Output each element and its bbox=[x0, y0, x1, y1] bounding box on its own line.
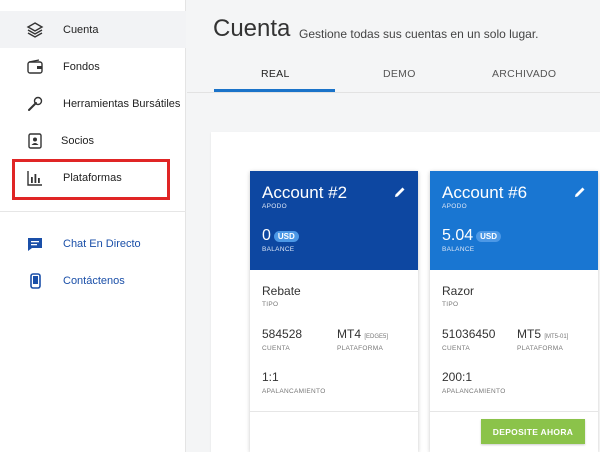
nickname-label: APODO bbox=[262, 203, 287, 210]
divider bbox=[0, 211, 186, 212]
tab-real[interactable]: REAL bbox=[261, 68, 290, 80]
platform-value: MT4 [EDGE5] bbox=[337, 327, 389, 341]
platform-label: PLATAFORMA bbox=[517, 345, 564, 352]
contacts-book-icon bbox=[24, 130, 46, 152]
balance-label: BALANCE bbox=[442, 246, 475, 253]
sidebar-item-label: Herramientas Bursátiles bbox=[63, 97, 181, 110]
contactenos-link[interactable]: Contáctenos bbox=[0, 262, 186, 299]
account-type: Rebate bbox=[262, 284, 301, 298]
chat-en-directo-link[interactable]: Chat En Directo bbox=[0, 225, 186, 262]
leverage-label: APALANCAMIENTO bbox=[262, 388, 326, 395]
account-number: 584528 bbox=[262, 327, 303, 341]
platform-value: MT5 [MT5-01] bbox=[517, 327, 569, 341]
balance-row: 0 USD bbox=[262, 227, 299, 245]
divider bbox=[430, 411, 598, 412]
account-type: Razor bbox=[442, 284, 475, 298]
account-card-header: Account #2 APODO 0 USD BALANCE bbox=[250, 171, 418, 270]
type-label: TIPO bbox=[442, 301, 459, 308]
chat-icon bbox=[24, 233, 46, 255]
deposit-button[interactable]: DEPOSITE AHORA bbox=[481, 419, 585, 444]
wallet-icon bbox=[24, 56, 46, 78]
sidebar-item-fondos[interactable]: Fondos bbox=[0, 48, 186, 85]
wrench-icon bbox=[24, 93, 46, 115]
leverage-value: 200:1 bbox=[442, 370, 473, 384]
currency-badge: USD bbox=[476, 230, 502, 242]
sidebar-item-label: Socios bbox=[61, 134, 95, 147]
tab-demo[interactable]: DEMO bbox=[383, 68, 416, 80]
balance-label: BALANCE bbox=[262, 246, 295, 253]
sidebar-item-label: Contáctenos bbox=[63, 274, 125, 287]
sidebar-item-label: Chat En Directo bbox=[63, 237, 141, 250]
platform-label: PLATAFORMA bbox=[337, 345, 384, 352]
balance-value: 5.04 bbox=[442, 227, 474, 244]
account-card[interactable]: Account #6 APODO 5.04 USD BALANCE Razor … bbox=[430, 171, 598, 452]
sidebar: Cuenta Fondos Herramientas Bursátiles So… bbox=[0, 0, 186, 452]
page-header: Cuenta Gestione todas sus cuentas en un … bbox=[187, 0, 600, 93]
tab-archivado[interactable]: ARCHIVADO bbox=[492, 68, 556, 80]
currency-badge: USD bbox=[273, 230, 299, 242]
divider bbox=[250, 411, 418, 412]
page-subtitle: Gestione todas sus cuentas en un solo lu… bbox=[299, 27, 539, 41]
account-label: CUENTA bbox=[262, 345, 291, 352]
highlight-frame bbox=[12, 159, 170, 200]
balance-value: 0 bbox=[262, 227, 271, 244]
pencil-icon[interactable] bbox=[394, 185, 406, 197]
layers-icon bbox=[24, 19, 46, 41]
account-card-header: Account #6 APODO 5.04 USD BALANCE bbox=[430, 171, 598, 270]
balance-row: 5.04 USD bbox=[442, 227, 502, 245]
sidebar-item-label: Fondos bbox=[63, 60, 100, 73]
nickname-label: APODO bbox=[442, 203, 467, 210]
divider bbox=[187, 92, 600, 93]
account-name: Account #2 bbox=[262, 183, 348, 202]
sidebar-item-cuenta[interactable]: Cuenta bbox=[0, 11, 186, 48]
account-card[interactable]: Account #2 APODO 0 USD BALANCE Rebate TI… bbox=[250, 171, 418, 452]
pencil-icon[interactable] bbox=[574, 185, 586, 197]
leverage-value: 1:1 bbox=[262, 370, 279, 384]
sidebar-item-herramientas[interactable]: Herramientas Bursátiles bbox=[0, 85, 186, 122]
type-label: TIPO bbox=[262, 301, 279, 308]
page-title: Cuenta bbox=[213, 15, 291, 42]
account-number: 51036450 bbox=[442, 327, 496, 341]
sidebar-item-socios[interactable]: Socios bbox=[0, 122, 186, 159]
phone-icon bbox=[24, 270, 46, 292]
account-name: Account #6 bbox=[442, 183, 528, 202]
account-label: CUENTA bbox=[442, 345, 471, 352]
sidebar-item-label: Cuenta bbox=[63, 23, 99, 36]
leverage-label: APALANCAMIENTO bbox=[442, 388, 506, 395]
